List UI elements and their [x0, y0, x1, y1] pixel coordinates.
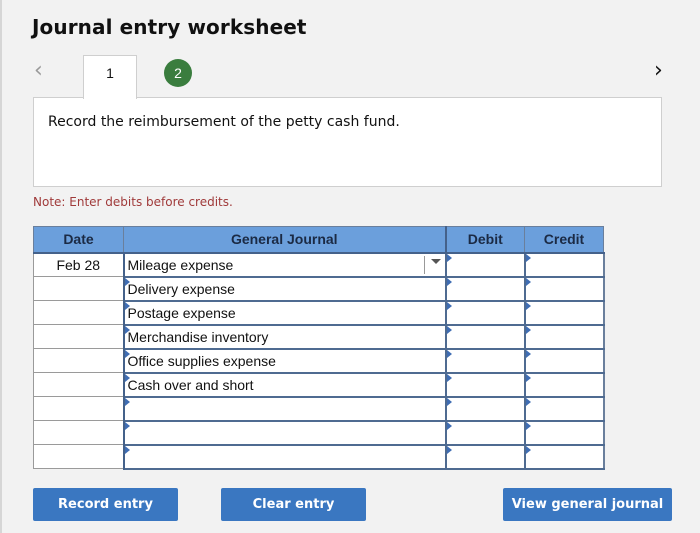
debit-input[interactable]	[444, 275, 526, 302]
cell-marker-icon	[446, 445, 452, 454]
cell-marker-icon	[446, 373, 452, 382]
cell-marker-icon	[124, 277, 130, 286]
date-cell[interactable]	[33, 300, 125, 325]
column-header-general-journal: General Journal	[123, 226, 447, 254]
chevron-down-icon[interactable]	[430, 258, 441, 264]
cell-marker-icon	[124, 445, 130, 454]
cell-marker-icon	[124, 373, 130, 382]
view-general-journal-button[interactable]: View general journal	[503, 488, 672, 521]
date-cell[interactable]	[33, 276, 125, 301]
credit-input[interactable]	[523, 443, 605, 470]
cell-marker-icon	[525, 253, 531, 262]
cell-marker-icon	[525, 349, 531, 358]
account-name: Postage expense	[127, 304, 236, 321]
cell-marker-icon	[124, 349, 130, 358]
cell-marker-icon	[446, 421, 452, 430]
column-header-debit: Debit	[445, 226, 525, 254]
cell-marker-icon	[446, 277, 452, 286]
account-select[interactable]: Delivery expense	[122, 275, 447, 302]
table-row: Delivery expense	[33, 275, 605, 302]
clear-entry-button[interactable]: Clear entry	[221, 488, 366, 521]
chevron-right-icon[interactable]: ›	[654, 58, 663, 83]
account-select[interactable]	[122, 395, 447, 422]
credit-input[interactable]	[523, 251, 605, 278]
credit-input[interactable]	[523, 323, 605, 350]
table-row: Postage expense	[33, 299, 605, 326]
credit-input[interactable]	[523, 347, 605, 374]
prompt-box: Record the reimbursement of the petty ca…	[33, 97, 662, 187]
account-name: Mileage expense	[127, 256, 234, 273]
cell-marker-icon	[124, 421, 130, 430]
credit-input[interactable]	[523, 419, 605, 446]
date-cell[interactable]	[33, 420, 125, 445]
column-header-date: Date	[33, 226, 124, 254]
record-entry-button[interactable]: Record entry	[33, 488, 178, 521]
table-row: Office supplies expense	[33, 347, 605, 374]
cell-marker-icon	[124, 397, 130, 406]
table-header-row: Date General Journal Debit Credit	[33, 226, 604, 254]
dropdown-separator	[423, 255, 425, 274]
cell-marker-icon	[525, 325, 531, 334]
date-cell[interactable]	[33, 348, 125, 373]
cell-marker-icon	[446, 349, 452, 358]
credit-input[interactable]	[523, 371, 605, 398]
credit-input[interactable]	[523, 299, 605, 326]
account-name: Delivery expense	[127, 280, 235, 297]
table-row: Cash over and short	[33, 371, 605, 398]
tab-2[interactable]: 2	[164, 59, 192, 87]
debit-input[interactable]	[444, 443, 526, 470]
account-select[interactable]: Postage expense	[122, 299, 447, 326]
journal-entry-worksheet: Journal entry worksheet ‹ 1 2 › Record t…	[0, 0, 700, 533]
credit-input[interactable]	[523, 395, 605, 422]
date-cell[interactable]	[33, 324, 125, 349]
cell-marker-icon	[446, 301, 452, 310]
tab-1[interactable]: 1	[83, 55, 137, 99]
prompt-text: Record the reimbursement of the petty ca…	[48, 114, 400, 130]
cell-marker-icon	[525, 421, 531, 430]
account-name: Cash over and short	[127, 376, 254, 393]
account-select[interactable]	[122, 419, 447, 446]
account-select[interactable]: Merchandise inventory	[122, 323, 447, 350]
debit-input[interactable]	[444, 251, 526, 278]
cell-marker-icon	[446, 253, 452, 262]
debit-input[interactable]	[444, 419, 526, 446]
debit-input[interactable]	[444, 371, 526, 398]
cell-marker-icon	[446, 325, 452, 334]
account-name: Merchandise inventory	[127, 328, 269, 345]
cell-marker-icon	[525, 397, 531, 406]
cell-marker-icon	[124, 301, 130, 310]
table-row: Merchandise inventory	[33, 323, 605, 350]
debit-input[interactable]	[444, 347, 526, 374]
credit-input[interactable]	[523, 275, 605, 302]
date-cell[interactable]	[33, 444, 125, 469]
account-name: Office supplies expense	[127, 352, 276, 369]
table-row	[33, 395, 605, 422]
page-title: Journal entry worksheet	[32, 15, 307, 39]
debit-input[interactable]	[444, 323, 526, 350]
account-select[interactable]: Cash over and short	[122, 371, 447, 398]
cell-marker-icon	[525, 301, 531, 310]
account-select[interactable]: Office supplies expense	[122, 347, 447, 374]
table-row	[33, 443, 605, 470]
table-row: Feb 28 Mileage expense	[33, 251, 605, 278]
cell-marker-icon	[124, 325, 130, 334]
column-header-credit: Credit	[524, 226, 604, 254]
account-select[interactable]: Mileage expense	[122, 251, 447, 278]
cell-marker-icon	[446, 397, 452, 406]
account-select[interactable]	[122, 443, 447, 470]
debit-input[interactable]	[444, 299, 526, 326]
table-row	[33, 419, 605, 446]
chevron-left-icon[interactable]: ‹	[34, 58, 43, 83]
note-text: Note: Enter debits before credits.	[33, 195, 233, 209]
debit-input[interactable]	[444, 395, 526, 422]
cell-marker-icon	[525, 373, 531, 382]
date-cell[interactable]	[33, 396, 125, 421]
cell-marker-icon	[525, 277, 531, 286]
journal-table: Date General Journal Debit Credit Feb 28…	[33, 226, 605, 470]
date-cell[interactable]: Feb 28	[33, 252, 125, 277]
date-cell[interactable]	[33, 372, 125, 397]
cell-marker-icon	[525, 445, 531, 454]
